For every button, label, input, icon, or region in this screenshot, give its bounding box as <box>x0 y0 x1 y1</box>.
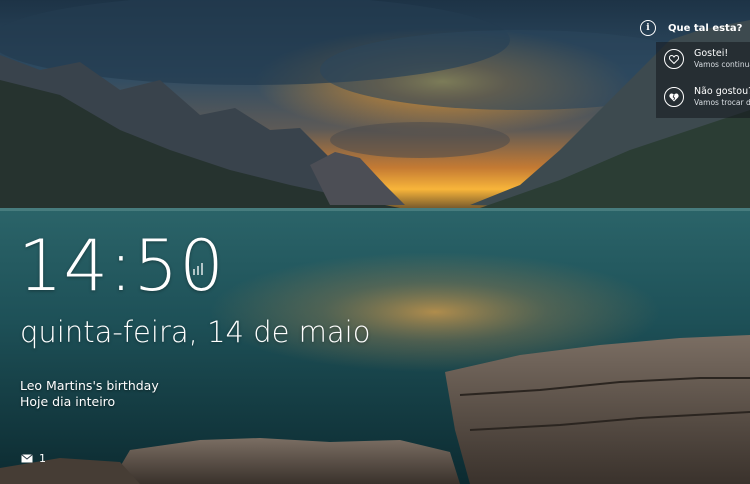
mail-icon <box>21 454 33 463</box>
dislike-button[interactable]: Não gostou? Vamos trocar de <box>664 86 750 118</box>
dislike-label: Não gostou? <box>694 86 750 97</box>
spotlight-title: Que tal esta? <box>668 22 743 34</box>
like-sublabel: Vamos continuar <box>694 60 750 69</box>
clock-date: quinta-feira, 14 de maio <box>20 315 371 349</box>
mail-count: 1 <box>39 452 46 465</box>
spotlight-panel: Gostei! Vamos continuar Não gostou? Vamo… <box>656 42 750 118</box>
info-icon[interactable]: i <box>640 20 656 36</box>
calendar-event: Leo Martins's birthday Hoje dia inteiro <box>20 378 159 410</box>
broken-heart-icon-ring <box>664 87 684 107</box>
like-button[interactable]: Gostei! Vamos continuar <box>664 48 750 80</box>
spotlight-header[interactable]: i Que tal esta? <box>632 14 750 42</box>
event-time: Hoje dia inteiro <box>20 394 116 409</box>
like-label: Gostei! <box>694 48 729 59</box>
network-icon <box>193 263 203 275</box>
heart-icon <box>669 54 679 64</box>
dislike-sublabel: Vamos trocar de <box>694 98 750 107</box>
spotlight-feedback: i Que tal esta? Gostei! Vamos continuar <box>632 14 750 118</box>
heart-icon-ring <box>664 49 684 69</box>
broken-heart-icon <box>669 93 679 101</box>
event-title: Leo Martins's birthday <box>20 378 159 393</box>
mail-badge: 1 <box>21 452 46 465</box>
